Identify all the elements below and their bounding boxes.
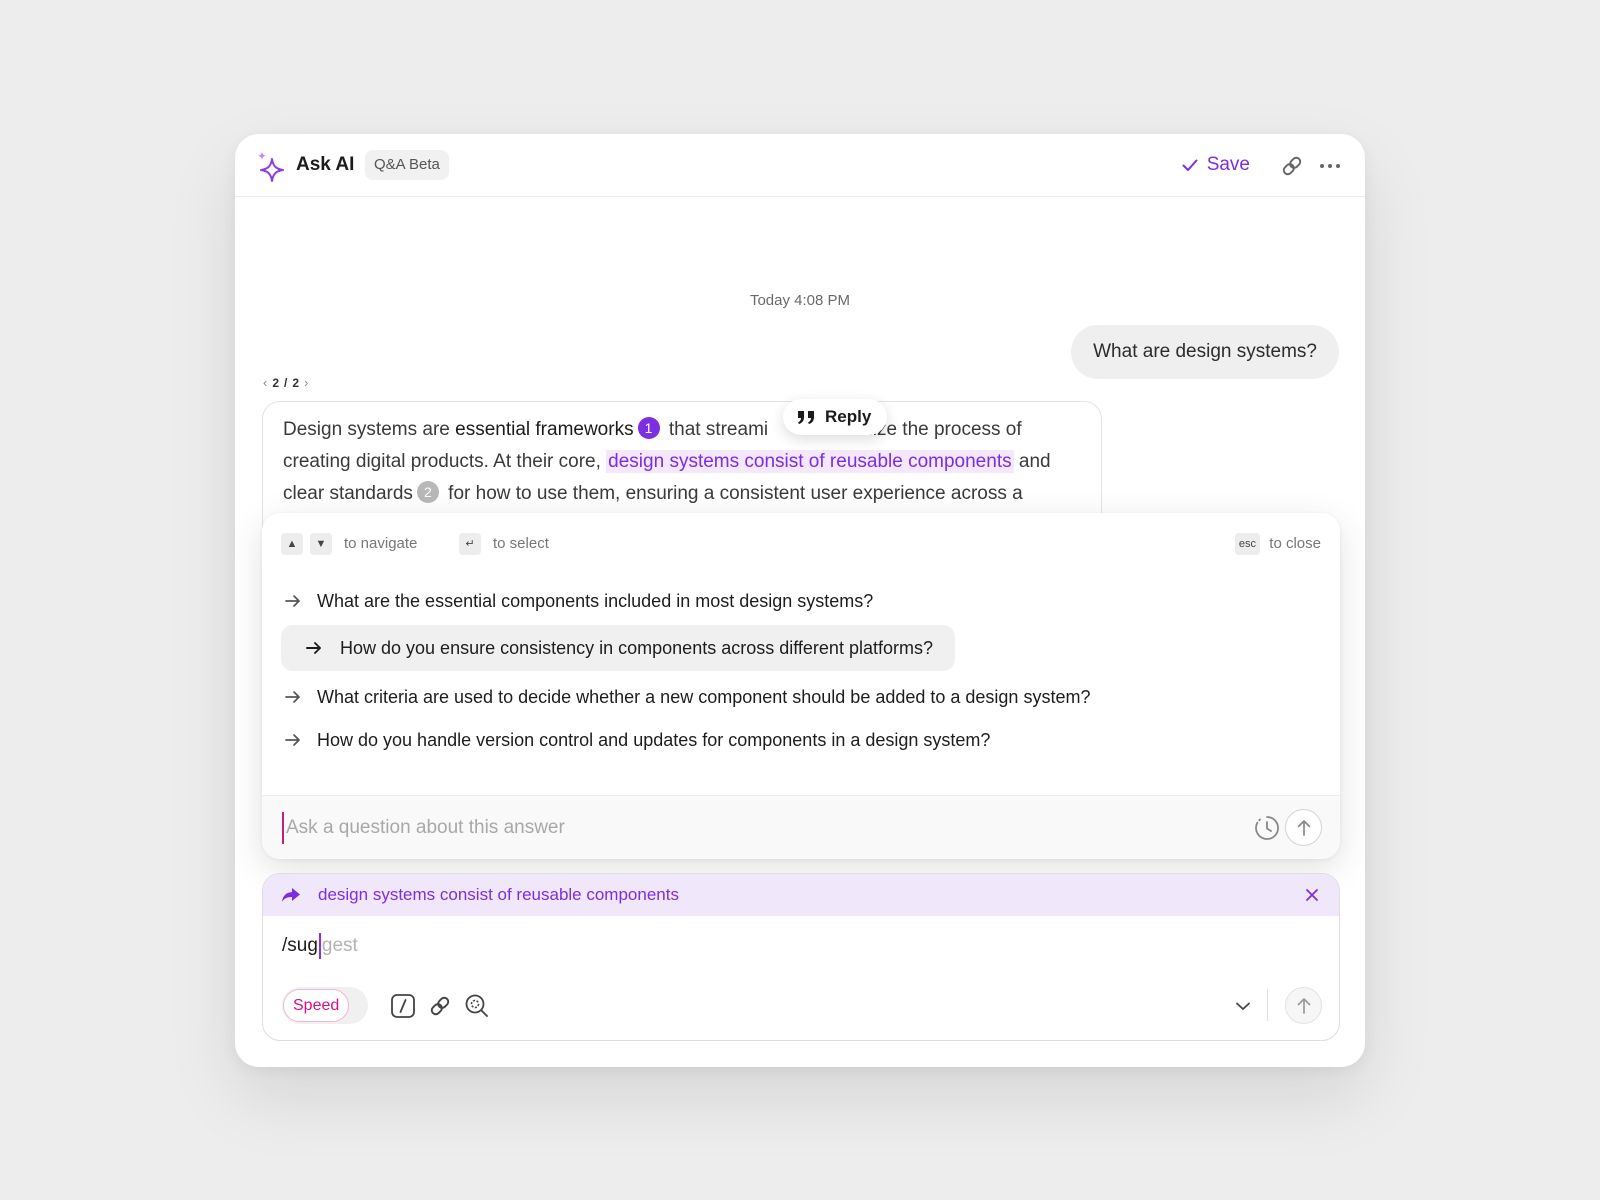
search-zoom-icon[interactable]: [464, 993, 490, 1019]
typed-text: /sug: [282, 935, 318, 956]
mode-speed-pill: Speed: [283, 989, 350, 1022]
enter-key: ↵: [459, 533, 481, 555]
link-icon[interactable]: [1279, 153, 1305, 179]
ghost-completion: gest: [321, 935, 358, 956]
check-icon: [1182, 159, 1198, 171]
message-timestamp: Today 4:08 PM: [749, 292, 851, 309]
reply-button[interactable]: Reply: [783, 399, 888, 435]
message-composer: design systems consist of reusable compo…: [262, 873, 1340, 1041]
reply-label: Reply: [825, 407, 872, 426]
sparkle-icon: [257, 151, 284, 182]
citation-badge[interactable]: 2: [416, 481, 439, 503]
save-label: Save: [1206, 154, 1250, 175]
suggestion-text: What criteria are used to decide whether…: [317, 686, 1091, 707]
close-hint: to close: [1269, 535, 1321, 552]
arrow-right-icon: [285, 691, 300, 703]
suggestion-item-active[interactable]: How do you ensure consistency in compone…: [281, 625, 955, 671]
answer-highlight[interactable]: design systems consist of reusable compo…: [606, 450, 1014, 473]
header: Ask AI Q&A Beta Save: [235, 134, 1365, 197]
select-hint: to select: [493, 535, 549, 552]
user-message-bubble: What are design systems?: [1071, 325, 1339, 379]
more-horizontal-icon[interactable]: [1317, 153, 1343, 179]
mode-toggle[interactable]: Speed: [282, 987, 368, 1024]
pager-next-icon[interactable]: ›: [304, 375, 308, 390]
app-title: Ask AI: [296, 154, 355, 175]
chevron-down-icon[interactable]: [1233, 996, 1253, 1016]
pager-separator: /: [284, 375, 288, 390]
follow-up-bar: [262, 795, 1340, 859]
citation-badge[interactable]: 1: [637, 417, 660, 439]
pager-current: 2: [272, 375, 280, 390]
up-key: ▲: [281, 533, 303, 555]
link-icon[interactable]: [427, 993, 453, 1019]
answer-segment: that streami: [663, 419, 769, 440]
down-key: ▼: [310, 533, 332, 555]
answer-segment: Design systems are: [283, 419, 456, 440]
text-caret: [318, 933, 321, 959]
suggestion-item[interactable]: What criteria are used to decide whether…: [281, 674, 1090, 720]
pager-total: 2: [292, 375, 300, 390]
send-button[interactable]: [1285, 987, 1322, 1024]
close-icon[interactable]: [1303, 886, 1321, 904]
suggestion-item[interactable]: How do you handle version control and up…: [281, 717, 990, 763]
suggestion-text: How do you handle version control and up…: [317, 729, 991, 750]
quote-icon: [798, 411, 814, 424]
slash-command-icon[interactable]: [390, 993, 416, 1019]
answer-pager: ‹ 2 / 2 ›: [263, 375, 308, 390]
navigate-hint: to navigate: [344, 535, 418, 552]
suggestion-text: How do you ensure consistency in compone…: [340, 637, 933, 658]
esc-key: esc: [1234, 533, 1260, 555]
suggestion-item[interactable]: What are the essential components includ…: [281, 578, 873, 624]
arrow-right-icon: [285, 734, 300, 746]
follow-up-send-button[interactable]: [1285, 809, 1322, 846]
suggestion-text: What are the essential components includ…: [317, 590, 874, 611]
save-button[interactable]: Save: [1181, 151, 1250, 179]
composer-input[interactable]: /sug gest: [282, 933, 358, 959]
suggestions-popover: ▲ ▼ to navigate ↵ to select esc to close…: [262, 513, 1340, 859]
forward-arrow-icon: [282, 888, 300, 902]
arrow-right-icon: [285, 595, 300, 607]
pager-prev-icon[interactable]: ‹: [263, 375, 267, 390]
divider: [1267, 989, 1268, 1021]
answer-text[interactable]: Design systems are essential frameworks 1…: [283, 414, 1093, 510]
quoted-selection-bar: design systems consist of reusable compo…: [263, 874, 1339, 916]
arrow-up-icon: [1297, 997, 1310, 1014]
keyboard-hints: ▲ ▼ to navigate ↵ to select esc to close: [281, 533, 1321, 557]
history-icon[interactable]: [1252, 813, 1282, 843]
answer-segment: for how to use them, ensuring a consiste…: [442, 483, 1023, 504]
quoted-text: design systems consist of reusable compo…: [318, 885, 679, 904]
follow-up-input[interactable]: [282, 812, 1182, 844]
answer-bold-term: essential frameworks: [455, 419, 634, 440]
arrow-up-icon: [1297, 819, 1310, 836]
beta-badge: Q&A Beta: [365, 150, 449, 180]
arrow-right-icon: [306, 642, 321, 654]
